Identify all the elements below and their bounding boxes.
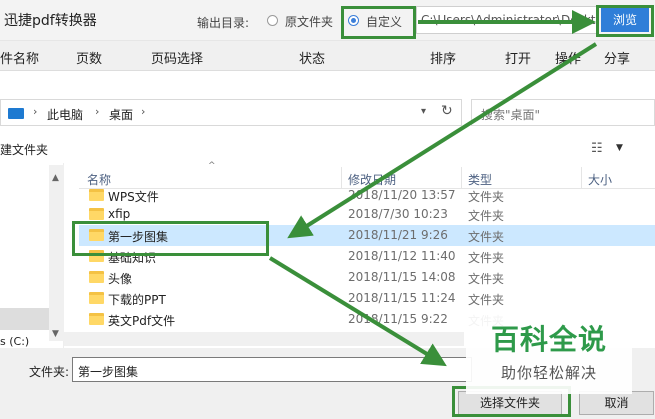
horizontal-scrollbar[interactable]: [64, 332, 464, 346]
chevron-down-icon[interactable]: ▼: [616, 143, 623, 153]
col-sort: 排序: [430, 52, 457, 67]
view-options-icon[interactable]: ☷: [591, 141, 603, 156]
file-date: 2018/11/21 9:26: [348, 228, 448, 242]
highlight-custom-radio: [341, 6, 416, 39]
col-name: 件名称: [0, 52, 40, 67]
file-date: 2018/7/30 10:23: [348, 207, 448, 221]
file-row[interactable]: WPS文件 2018/11/20 13:57 文件夹: [79, 185, 655, 206]
file-date: 2018/11/12 11:40: [348, 249, 456, 263]
file-row[interactable]: 头像 2018/11/15 14:08 文件夹: [79, 267, 655, 288]
col-action: 操作: [555, 52, 582, 67]
file-name: WPS文件: [108, 190, 159, 204]
col-pages: 页数: [76, 52, 103, 67]
file-date: 2018/11/15 14:08: [348, 270, 456, 284]
nav-bar: › 此电脑 › 桌面 › ▾ ↻ 搜索"桌面": [0, 99, 655, 129]
folder-name-input[interactable]: 第一步图集: [72, 357, 472, 382]
file-type: 文件夹: [468, 209, 505, 223]
folder-icon: [89, 189, 104, 201]
file-type: 文件夹: [468, 190, 505, 204]
highlight-target-folder: [72, 221, 269, 256]
file-name: xfip: [108, 207, 131, 221]
highlight-browse-button: [596, 5, 654, 37]
col-status: 状态: [299, 52, 326, 67]
cancel-button[interactable]: 取消: [579, 391, 654, 415]
search-input[interactable]: 搜索"桌面": [471, 99, 655, 126]
output-path-field[interactable]: C:\Users\Administrator\Deskto: [416, 6, 599, 34]
chevron-right-icon: ›: [141, 105, 146, 118]
watermark-subtitle: 助你轻松解决: [500, 364, 597, 382]
address-bar[interactable]: › 此电脑 › 桌面 › ▾ ↻: [0, 99, 462, 126]
file-name: 头像: [108, 272, 133, 286]
computer-icon: [8, 108, 24, 119]
nav-pane-scrollbar[interactable]: [49, 165, 64, 341]
file-name: 下载的PPT: [108, 293, 166, 307]
folder-icon: [89, 271, 104, 283]
converter-toolbar: 迅捷pdf转换器 输出目录: 原文件夹 自定义 C:\Users\Adminis…: [0, 0, 655, 41]
file-type: 文件夹: [468, 293, 505, 307]
file-type: 文件夹: [468, 230, 505, 244]
new-folder-button[interactable]: 建文件夹: [0, 141, 48, 158]
app-title: 迅捷pdf转换器: [4, 13, 97, 29]
folder-icon: [89, 208, 104, 220]
folder-icon: [89, 292, 104, 304]
col-share: 分享: [604, 52, 631, 67]
file-date: 2018/11/15 9:22: [348, 312, 448, 326]
radio-original-folder[interactable]: [267, 15, 278, 26]
breadcrumb-desktop[interactable]: 桌面: [109, 106, 133, 123]
col-open: 打开: [505, 52, 532, 67]
watermark-title: 百科全说: [490, 323, 607, 356]
scroll-down-icon[interactable]: ▼: [52, 329, 59, 339]
file-row[interactable]: 下载的PPT 2018/11/15 11:24 文件夹: [79, 288, 655, 309]
file-type: 文件夹: [468, 272, 505, 286]
drive-item-c[interactable]: s (C:): [0, 335, 29, 348]
output-dir-label: 输出目录:: [197, 16, 250, 30]
refresh-icon[interactable]: ↻: [441, 103, 453, 119]
file-name: 英文Pdf文件: [108, 314, 176, 328]
folder-icon: [89, 313, 104, 325]
col-page-select: 页码选择: [151, 52, 204, 67]
chevron-right-icon: ›: [95, 105, 100, 118]
scroll-up-icon[interactable]: ▲: [52, 173, 59, 183]
file-date: 2018/11/20 13:57: [348, 188, 456, 202]
file-type: 文件夹: [468, 251, 505, 265]
chevron-right-icon: ›: [33, 105, 38, 118]
nav-selection: [0, 308, 49, 330]
file-date: 2018/11/15 11:24: [348, 291, 456, 305]
watermark-logo: 百科全说 助你轻松解决: [466, 314, 632, 394]
breadcrumb-this-pc[interactable]: 此电脑: [47, 106, 83, 123]
folder-field-label: 文件夹:: [29, 365, 70, 379]
file-list-header: 件名称 页数 页码选择 状态 排序 打开 操作 分享: [0, 41, 655, 71]
radio-original-label: 原文件夹: [285, 15, 334, 29]
chevron-down-icon[interactable]: ▾: [421, 106, 426, 117]
